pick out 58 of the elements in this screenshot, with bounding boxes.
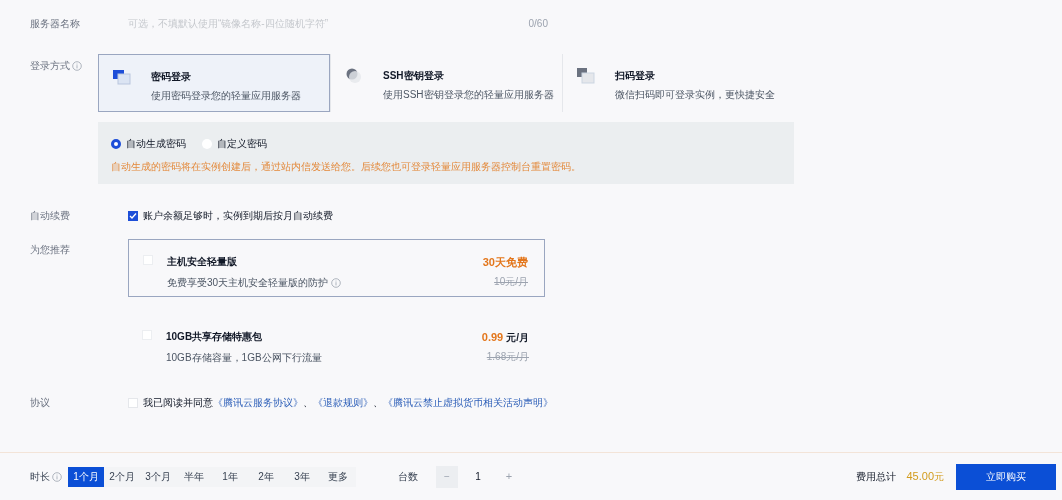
key-card-icon bbox=[113, 69, 131, 85]
auto-renew-checkbox[interactable] bbox=[128, 210, 138, 221]
original-price: 1.68元/月 bbox=[486, 349, 529, 364]
addon-description: 10GB存储容量，1GB公网下行流量 bbox=[166, 351, 322, 365]
quantity-label: 台数 bbox=[398, 470, 418, 484]
addon-card[interactable]: 10GB共享存储特惠包 10GB存储容量，1GB公网下行流量 0.99 元/月 1.68元/月 bbox=[128, 315, 545, 373]
login-method-card[interactable]: 扫码登录 微信扫码即可登录实例，更快捷安全 bbox=[562, 54, 794, 112]
radio-label: 自定义密码 bbox=[217, 137, 267, 151]
agreement-checkbox[interactable] bbox=[128, 397, 138, 408]
method-title: 扫码登录 bbox=[615, 69, 656, 83]
agreement-text: 、 bbox=[303, 396, 313, 410]
field-label: 服务器名称 bbox=[30, 16, 80, 31]
total-label: 费用总计 bbox=[856, 470, 897, 484]
duration-option[interactable]: 更多 bbox=[320, 466, 356, 487]
info-icon bbox=[72, 60, 82, 71]
addon-title: 10GB共享存储特惠包 bbox=[166, 330, 264, 344]
price-unit: 元/月 bbox=[506, 331, 529, 345]
field-label: 登录方式 bbox=[30, 59, 70, 73]
method-description: 微信扫码即可登录实例，更快捷安全 bbox=[615, 88, 775, 102]
buy-now-button[interactable]: 立即购买 bbox=[956, 463, 1056, 490]
field-label: 协议 bbox=[30, 396, 50, 410]
duration-option[interactable]: 半年 bbox=[176, 466, 212, 487]
duration-option[interactable]: 3个月 bbox=[140, 466, 176, 487]
addon-title: 主机安全轻量版 bbox=[167, 255, 238, 269]
addon-price: 0.99 bbox=[481, 330, 504, 345]
qr-code-icon bbox=[577, 68, 595, 84]
login-method-card[interactable]: SSH密钥登录 使用SSH密钥登录您的轻量应用服务器 bbox=[330, 54, 562, 112]
duration-label: 时长 bbox=[30, 470, 50, 484]
password-notice: 自动生成的密码将在实例创建后，通过站内信发送给您。后续您也可登录轻量应用服务器控制台重置密码。 bbox=[111, 160, 582, 174]
agreement-link[interactable]: 《腾讯云禁止虚拟货币相关活动声明》 bbox=[383, 395, 553, 410]
field-label: 为您推荐 bbox=[30, 243, 70, 257]
info-icon bbox=[52, 471, 62, 482]
agreement-link[interactable]: 《退款规则》 bbox=[313, 395, 373, 410]
agreement-text: 、 bbox=[373, 396, 383, 410]
duration-option[interactable]: 1个月 bbox=[68, 466, 104, 487]
login-method-card[interactable]: 密码登录 使用密码登录您的轻量应用服务器 bbox=[98, 54, 330, 112]
radio-button[interactable] bbox=[111, 138, 121, 149]
radio-label: 自动生成密码 bbox=[126, 137, 186, 151]
field-label: 自动续费 bbox=[30, 209, 70, 223]
method-title: SSH密钥登录 bbox=[383, 69, 445, 83]
addon-description: 免费享受30天主机安全轻量版的防护 bbox=[167, 276, 329, 290]
duration-option[interactable]: 2个月 bbox=[104, 466, 140, 487]
key-disc-icon bbox=[345, 68, 363, 84]
agreement-text: 我已阅读并同意 bbox=[143, 396, 213, 410]
auto-renew-text: 账户余额足够时，实例到期后按月自动续费 bbox=[143, 209, 333, 223]
addon-price: 30天免费 bbox=[482, 255, 528, 270]
quantity-field[interactable]: 1 bbox=[458, 469, 498, 484]
method-title: 密码登录 bbox=[151, 70, 192, 84]
total-price: 45.00 bbox=[906, 469, 934, 485]
original-price: 10元/月 bbox=[494, 274, 528, 289]
addon-card[interactable]: 主机安全轻量版 免费享受30天主机安全轻量版的防护 30天免费 10元/月 bbox=[128, 239, 545, 297]
method-description: 使用SSH密钥登录您的轻量应用服务器 bbox=[383, 88, 554, 102]
method-description: 使用密码登录您的轻量应用服务器 bbox=[151, 89, 301, 103]
duration-option[interactable]: 2年 bbox=[248, 466, 284, 487]
agreement-link[interactable]: 《腾讯云服务协议》 bbox=[213, 395, 303, 410]
currency-unit: 元 bbox=[934, 470, 944, 485]
duration-option[interactable]: 3年 bbox=[284, 466, 320, 487]
duration-option[interactable]: 1年 bbox=[212, 466, 248, 487]
